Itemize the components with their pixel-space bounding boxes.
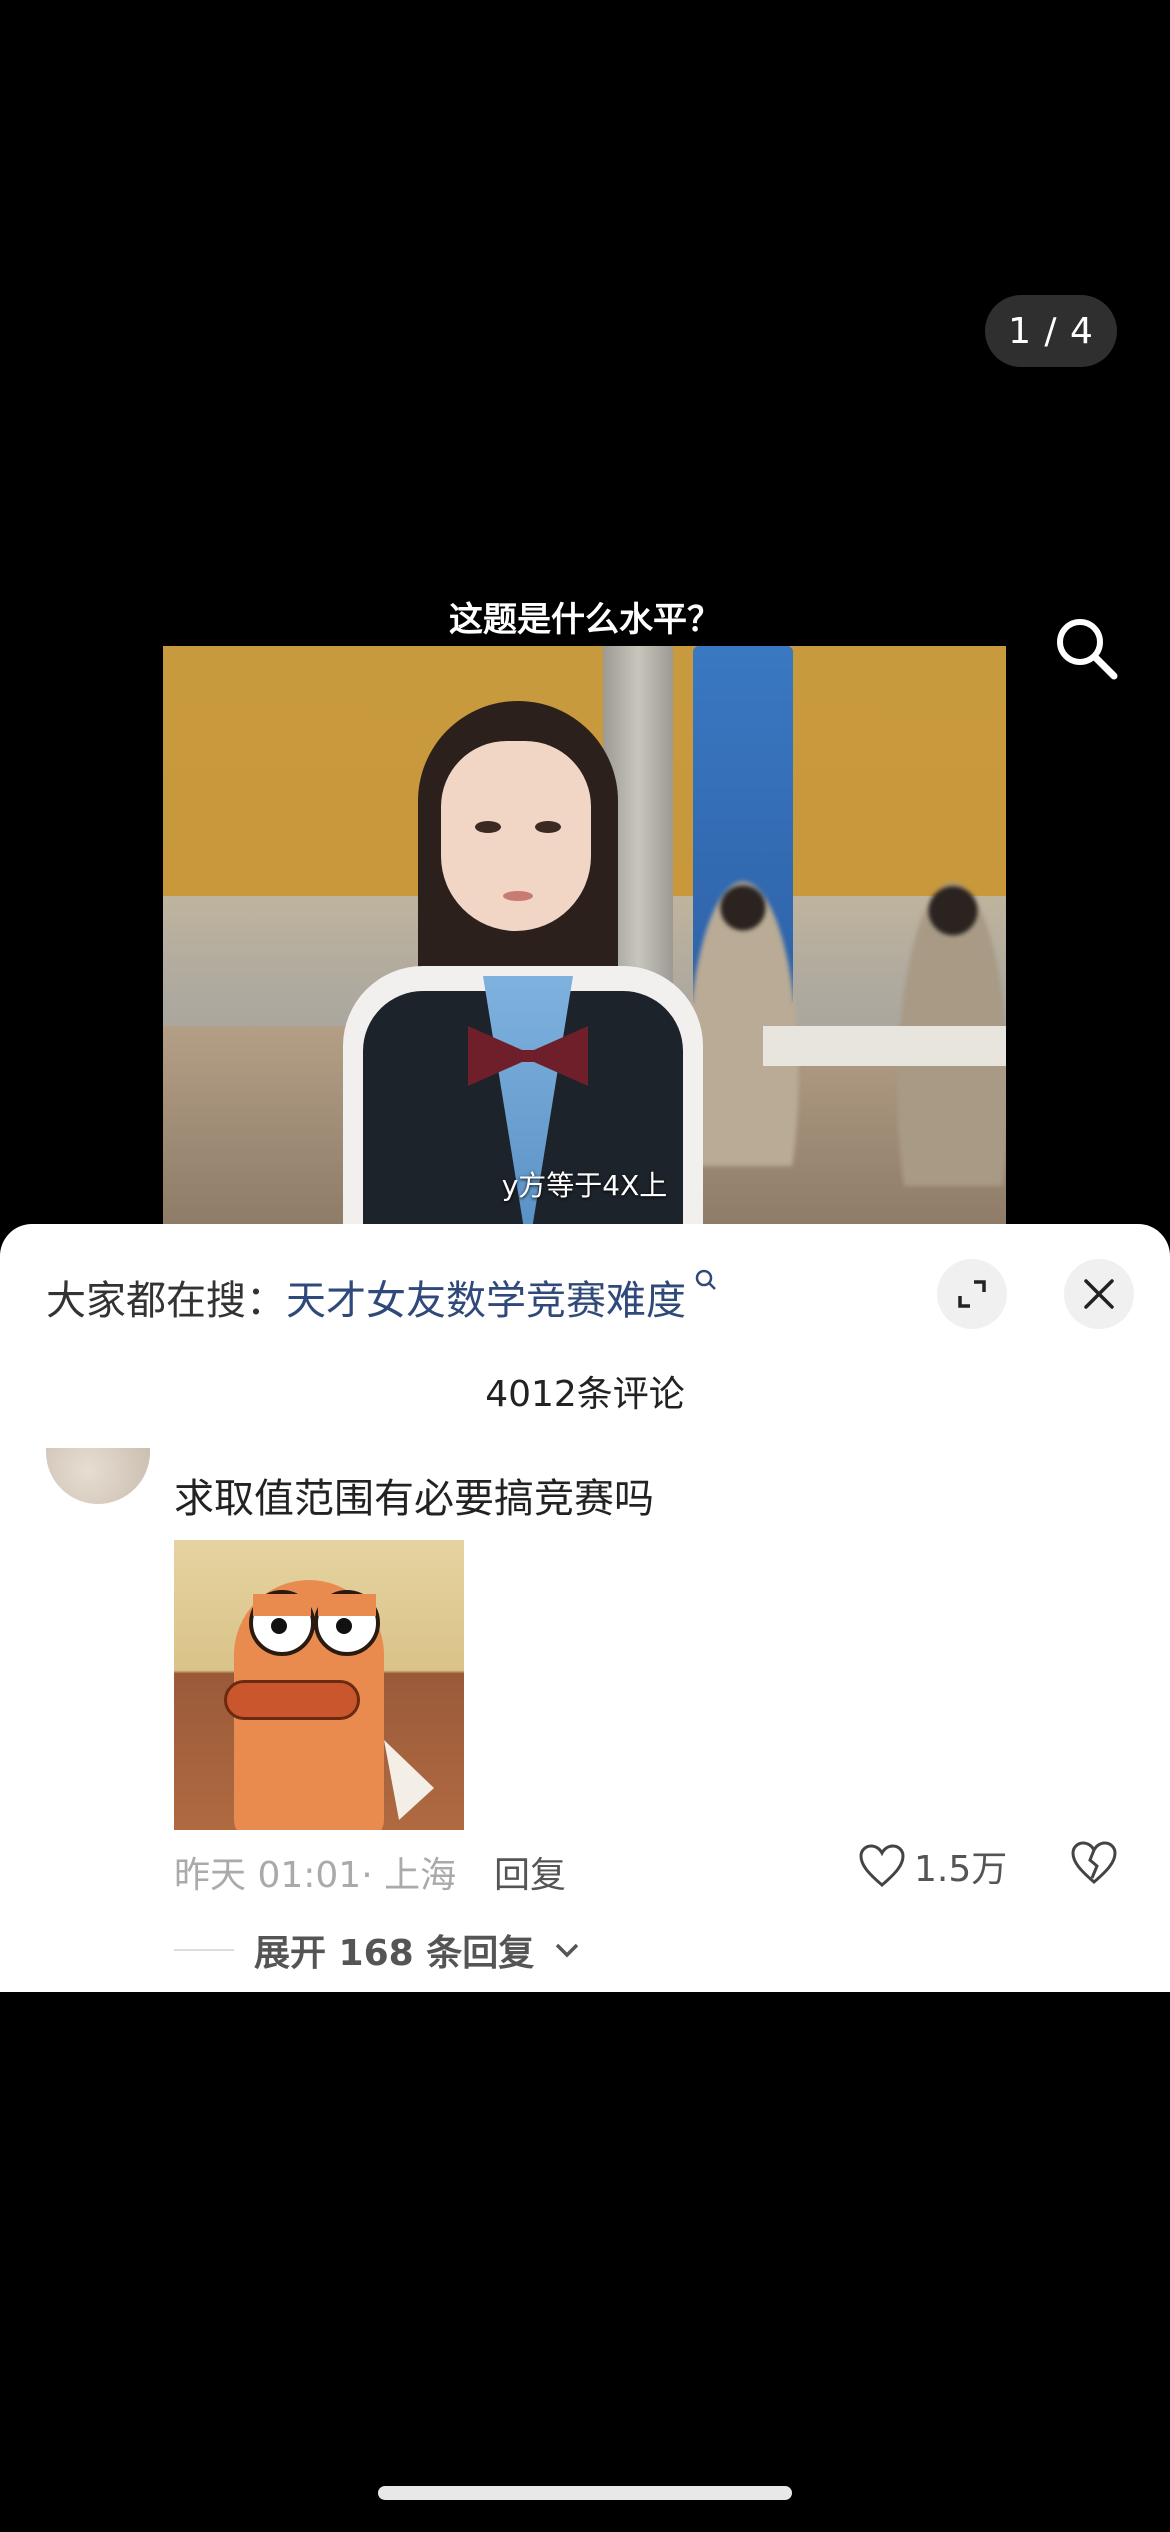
sticker-mouth: [224, 1680, 360, 1720]
photo-girl-face: [441, 741, 591, 931]
photo-girl-eye: [535, 821, 561, 833]
reply-button[interactable]: 回复: [494, 1846, 566, 1898]
sticker-eye: [249, 1590, 315, 1656]
comment-count: 4012条评论: [485, 1374, 685, 1415]
image-pager: 1 / 4: [985, 295, 1117, 367]
hot-search-bar[interactable]: 大家都在搜：天才女友数学竞赛难度: [46, 1268, 718, 1326]
search-icon[interactable]: [1052, 614, 1122, 684]
photo-table: [763, 1026, 1006, 1066]
close-button[interactable]: [1064, 1259, 1134, 1329]
sticker-eye: [314, 1590, 380, 1656]
dislike-button[interactable]: [1070, 1840, 1118, 1890]
home-indicator[interactable]: [378, 2486, 792, 2500]
hot-search-prefix: 大家都在搜：: [46, 1278, 286, 1324]
expand-icon: [958, 1280, 986, 1308]
photo-subtitle: y方等于4X上: [501, 1169, 668, 1202]
like-count: 1.5万: [914, 1849, 1008, 1890]
heart-icon: [859, 1844, 905, 1887]
sticker-fin: [384, 1740, 434, 1820]
expand-button[interactable]: [937, 1259, 1007, 1329]
close-icon: [1084, 1279, 1114, 1309]
photo-girl-eye: [475, 821, 501, 833]
chevron-down-icon: [555, 1943, 579, 1958]
comment-time-location: 昨天 01:01· 上海: [174, 1855, 457, 1896]
photo-girl-lips: [503, 891, 533, 901]
image-caption: 这题是什么水平？: [449, 600, 721, 640]
hot-search-term[interactable]: 天才女友数学竞赛难度: [286, 1278, 686, 1324]
magnifier-icon: [686, 1269, 718, 1299]
comment-text[interactable]: 求取值范围有必要搞竞赛吗: [174, 1466, 654, 1524]
broken-heart-icon: [1071, 1841, 1117, 1884]
like-button[interactable]: 1.5万: [858, 1840, 1007, 1892]
comment-sticker-image[interactable]: [174, 1540, 464, 1830]
post-photo[interactable]: y方等于4X上: [163, 646, 1006, 1224]
expand-replies-label: 展开 168 条回复: [254, 1933, 535, 1974]
divider-line: [174, 1949, 234, 1951]
expand-replies-button[interactable]: 展开 168 条回复: [174, 1924, 580, 1976]
